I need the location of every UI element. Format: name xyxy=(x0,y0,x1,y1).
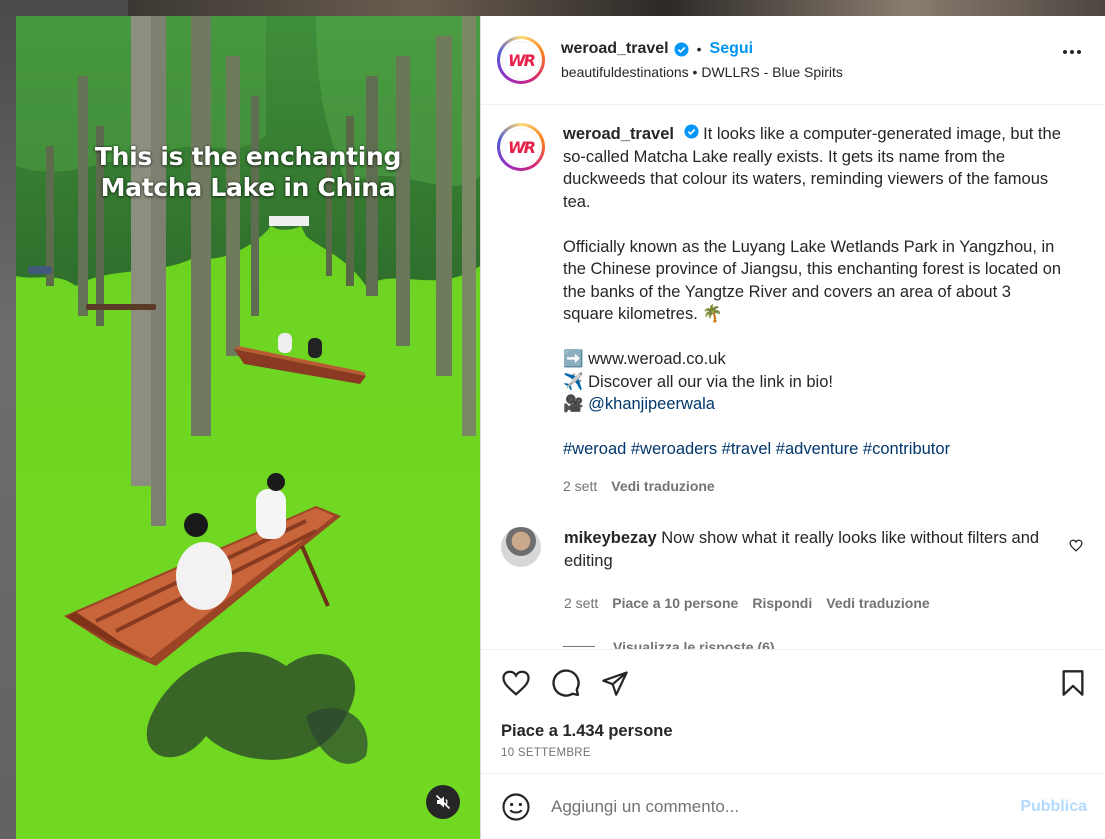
header-separator: • xyxy=(696,41,702,57)
view-replies-button[interactable]: Visualizza le risposte (6) xyxy=(563,638,1089,650)
post-side-panel: WR weroad_travel • Segui beautifuldestin… xyxy=(480,16,1105,839)
likes-count[interactable]: Piace a 1.434 persone xyxy=(501,722,1086,741)
caption-username[interactable]: weroad_travel xyxy=(563,125,674,143)
view-replies-label: Visualizza le risposte (6) xyxy=(613,638,775,650)
author-username[interactable]: weroad_travel xyxy=(561,40,669,58)
comment-bubble-icon[interactable] xyxy=(551,668,581,698)
comment-input[interactable] xyxy=(551,796,1021,817)
caption-paragraph-2: Officially known as the Luyang Lake Wetl… xyxy=(563,237,1062,324)
more-options-icon[interactable] xyxy=(1063,50,1081,54)
post-video[interactable]: This is the enchanting Matcha Lake in Ch… xyxy=(16,16,480,839)
overlay-line-1: This is the enchanting xyxy=(94,142,402,171)
caption-author-avatar[interactable]: WR xyxy=(497,123,545,171)
mute-toggle-button[interactable] xyxy=(426,785,460,819)
video-caption-overlay: This is the enchanting Matcha Lake in Ch… xyxy=(16,141,480,203)
audio-attribution[interactable]: beautifuldestinations • DWLLRS - Blue Sp… xyxy=(561,64,843,80)
video-frame xyxy=(16,16,480,839)
credit-mention-link[interactable]: @khanjipeerwala xyxy=(588,395,715,413)
verified-badge-icon xyxy=(674,41,689,57)
like-heart-icon[interactable] xyxy=(501,669,531,697)
comment-like-heart-icon[interactable] xyxy=(1069,539,1083,557)
post-modal: This is the enchanting Matcha Lake in Ch… xyxy=(16,16,1105,839)
avatar-initials: WR xyxy=(502,41,540,79)
author-avatar[interactable]: WR xyxy=(497,36,545,84)
emoji-picker-icon[interactable] xyxy=(501,792,531,822)
discover-line: ✈️ Discover all our via the link in bio! xyxy=(563,372,833,391)
replies-divider-line xyxy=(563,646,595,647)
commenter-username[interactable]: mikeybezay xyxy=(564,529,657,547)
caption-block: WR weroad_travel It looks like a compute… xyxy=(497,123,1089,497)
overlay-line-2: Matcha Lake in China xyxy=(100,173,396,202)
comment-translate-link[interactable]: Vedi traduzione xyxy=(826,592,929,615)
website-link[interactable]: ➡️ www.weroad.co.uk xyxy=(563,348,1063,371)
comment-time[interactable]: 2 sett xyxy=(564,592,598,615)
post-header: WR weroad_travel • Segui beautifuldestin… xyxy=(481,16,1105,105)
caption-translate-link[interactable]: Vedi traduzione xyxy=(611,475,714,498)
caption-paragraph-1: weroad_travel It looks like a computer-g… xyxy=(563,123,1063,213)
comment-item: mikeybezay Now show what it really looks… xyxy=(497,527,1089,615)
reply-button[interactable]: Rispondi xyxy=(752,592,812,615)
caption-time[interactable]: 2 sett xyxy=(563,475,597,498)
background-feed-strip xyxy=(128,0,1105,16)
share-send-icon[interactable] xyxy=(601,669,629,697)
follow-button[interactable]: Segui xyxy=(710,40,754,58)
credit-line: 🎥 @khanjipeerwala xyxy=(563,393,1063,416)
speaker-muted-icon xyxy=(435,794,451,810)
hashtags-links[interactable]: #weroad #weroaders #travel #adventure #c… xyxy=(563,438,1063,461)
comments-scroll-area[interactable]: WR weroad_travel It looks like a compute… xyxy=(481,105,1105,649)
save-bookmark-icon[interactable] xyxy=(1060,669,1086,697)
avatar-initials: WR xyxy=(502,128,540,166)
commenter-avatar[interactable] xyxy=(501,527,541,567)
verified-badge-icon xyxy=(684,124,699,139)
post-date[interactable]: 10 SETTEMBRE xyxy=(501,747,1086,759)
post-actions: Piace a 1.434 persone 10 SETTEMBRE xyxy=(481,649,1105,759)
camera-emoji: 🎥 xyxy=(563,395,584,413)
add-comment-bar: Pubblica xyxy=(481,773,1105,839)
publish-button[interactable]: Pubblica xyxy=(1020,798,1087,816)
comment-likes[interactable]: Piace a 10 persone xyxy=(612,592,738,615)
